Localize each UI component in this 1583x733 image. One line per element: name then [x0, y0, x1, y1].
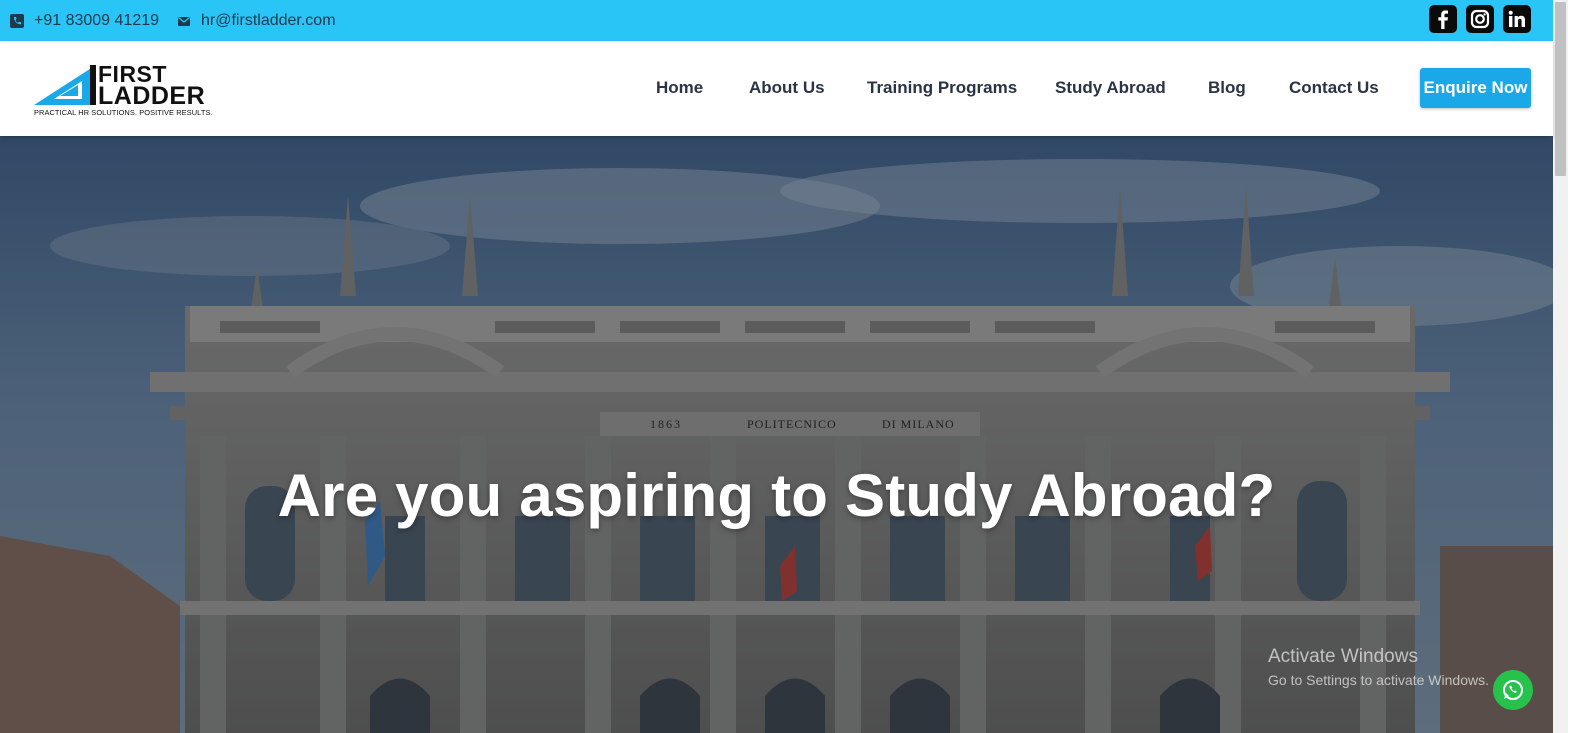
nav-home[interactable]: Home: [656, 78, 703, 98]
scrollbar-thumb[interactable]: [1555, 2, 1566, 176]
nav-study-abroad[interactable]: Study Abroad: [1055, 78, 1166, 98]
phone-contact[interactable]: +91 83009 41219: [10, 12, 159, 30]
linkedin-icon[interactable]: [1503, 5, 1531, 33]
activate-windows-watermark: Activate Windows Go to Settings to activ…: [1268, 646, 1489, 688]
watermark-title: Activate Windows: [1268, 646, 1418, 667]
hero-building-image: 1863 POLITECNICO DI MILANO: [0, 136, 1553, 733]
phone-number: +91 83009 41219: [34, 11, 160, 29]
hero-banner: 1863 POLITECNICO DI MILANO Are you aspir…: [0, 136, 1553, 733]
watermark-subtitle: Go to Settings to activate Windows.: [1268, 672, 1489, 688]
mail-icon: [178, 16, 191, 26]
facebook-icon[interactable]: [1429, 5, 1457, 33]
nav-training-programs[interactable]: Training Programs: [867, 78, 1017, 98]
site-header: FIRST LADDER PRACTICAL HR SOLUTIONS. POS…: [0, 41, 1553, 136]
enquire-now-button[interactable]: Enquire Now: [1420, 68, 1531, 108]
whatsapp-chat-button[interactable]: [1493, 670, 1533, 710]
inscription-name: POLITECNICO: [747, 417, 837, 431]
inscription-year: 1863: [650, 417, 682, 431]
right-gutter: [1568, 0, 1583, 733]
page-scrollbar[interactable]: [1553, 0, 1568, 733]
main-nav: Home About Us Training Programs Study Ab…: [0, 41, 1553, 136]
nav-blog[interactable]: Blog: [1208, 78, 1246, 98]
instagram-icon[interactable]: [1466, 5, 1494, 33]
nav-about-us[interactable]: About Us: [749, 78, 825, 98]
social-links: [1429, 5, 1531, 33]
nav-contact-us[interactable]: Contact Us: [1289, 78, 1379, 98]
hero-title: Are you aspiring to Study Abroad?: [277, 462, 1276, 529]
whatsapp-icon: [1503, 680, 1523, 700]
top-contact-bar: +91 83009 41219 hr@firstladder.com: [0, 0, 1553, 41]
email-address: hr@firstladder.com: [201, 11, 336, 29]
phone-icon: [10, 13, 24, 28]
email-contact[interactable]: hr@firstladder.com: [177, 12, 336, 30]
inscription-city: DI MILANO: [882, 417, 955, 431]
